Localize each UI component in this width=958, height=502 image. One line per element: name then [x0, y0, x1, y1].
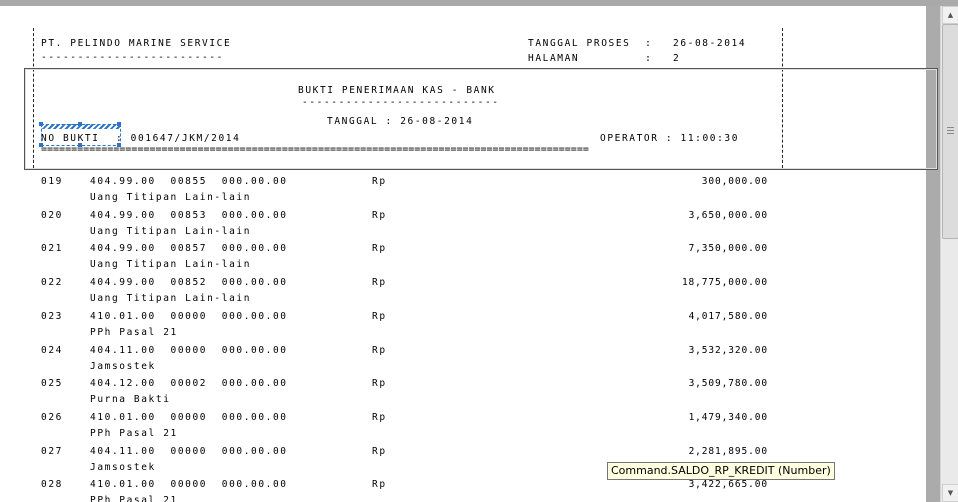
row-number: 027 — [41, 445, 63, 457]
scroll-up-button[interactable]: ▲ — [942, 6, 958, 24]
amount: 4,017,580.00 — [688, 310, 768, 322]
currency: Rp — [372, 176, 387, 187]
account-description: PPh Pasal 21 — [90, 427, 178, 439]
currency: Rp — [372, 277, 387, 289]
account-description: Uang Titipan Lain-lain — [90, 225, 252, 237]
account-code: 404.11.00 00000 000.00.00 — [90, 445, 288, 457]
account-description: Uang Titipan Lain-lain — [90, 192, 252, 203]
account-code: 410.01.00 00000 000.00.00 — [90, 411, 288, 423]
currency: Rp — [372, 445, 387, 457]
account-description: PPh Pasal 21 — [90, 495, 178, 502]
row-number: 026 — [41, 411, 63, 423]
account-code: 404.99.00 00855 000.00.00 — [90, 176, 288, 187]
amount: 3,509,780.00 — [688, 378, 768, 390]
account-description: Jamsostek — [90, 461, 156, 473]
scroll-thumb[interactable] — [942, 24, 958, 239]
amount: 7,350,000.00 — [688, 243, 768, 255]
currency: Rp — [372, 479, 387, 491]
currency: Rp — [372, 310, 387, 322]
field-tooltip: Command.SALDO_RP_KREDIT (Number) — [607, 462, 835, 480]
halaman-value: 2 — [673, 53, 681, 64]
account-code: 404.11.00 00000 000.00.00 — [90, 344, 288, 356]
account-code: 404.12.00 00002 000.00.00 — [90, 378, 288, 390]
company-underline: ------------------------- — [41, 52, 224, 63]
account-code: 404.99.00 00852 000.00.00 — [90, 277, 288, 289]
account-code: 410.01.00 00000 000.00.00 — [90, 479, 288, 491]
resize-handle[interactable] — [117, 122, 121, 126]
amount: 3,532,320.00 — [688, 344, 768, 356]
tanggal-proses-value: 26-08-2014 — [673, 38, 747, 49]
vertical-scrollbar[interactable]: ▲ ▼ — [940, 6, 958, 502]
row-number: 020 — [41, 209, 63, 221]
currency: Rp — [372, 411, 387, 423]
row-number: 022 — [41, 277, 63, 289]
resize-handle[interactable] — [39, 122, 43, 126]
company-name: PT. PELINDO MARINE SERVICE — [41, 38, 232, 49]
account-description: PPh Pasal 21 — [90, 326, 178, 338]
row-number: 025 — [41, 378, 63, 390]
tanggal-proses-label: TANGGAL PROSES : — [528, 38, 653, 49]
amount: 3,650,000.00 — [688, 209, 768, 221]
account-description: Uang Titipan Lain-lain — [90, 259, 252, 271]
account-code: 410.01.00 00000 000.00.00 — [90, 310, 288, 322]
scroll-down-button[interactable]: ▼ — [942, 484, 958, 502]
resize-handle[interactable] — [117, 143, 121, 147]
account-description: Uang Titipan Lain-lain — [90, 293, 252, 305]
row-number: 028 — [41, 479, 63, 491]
resize-handle[interactable] — [78, 122, 82, 126]
amount: 1,479,340.00 — [688, 411, 768, 423]
account-code: 404.99.00 00853 000.00.00 — [90, 209, 288, 221]
row-number: 023 — [41, 310, 63, 322]
currency: Rp — [372, 209, 387, 221]
halaman-label: HALAMAN : — [528, 53, 653, 64]
currency: Rp — [372, 378, 387, 390]
amount: 3,422,665.00 — [688, 479, 768, 491]
currency: Rp — [372, 344, 387, 356]
account-description: Purna Bakti — [90, 394, 171, 406]
page-header-band[interactable] — [24, 68, 938, 170]
resize-handle[interactable] — [39, 143, 43, 147]
row-number: 024 — [41, 344, 63, 356]
row-number: 019 — [41, 176, 63, 187]
currency: Rp — [372, 243, 387, 255]
account-code: 404.99.00 00857 000.00.00 — [90, 243, 288, 255]
amount: 18,775,000.00 — [681, 277, 768, 289]
amount: 2,281,895.00 — [688, 445, 768, 457]
account-description: Jamsostek — [90, 360, 156, 372]
resize-handle[interactable] — [78, 143, 82, 147]
amount: 300,000.00 — [701, 176, 768, 187]
grip-icon — [947, 127, 954, 134]
row-number: 021 — [41, 243, 63, 255]
